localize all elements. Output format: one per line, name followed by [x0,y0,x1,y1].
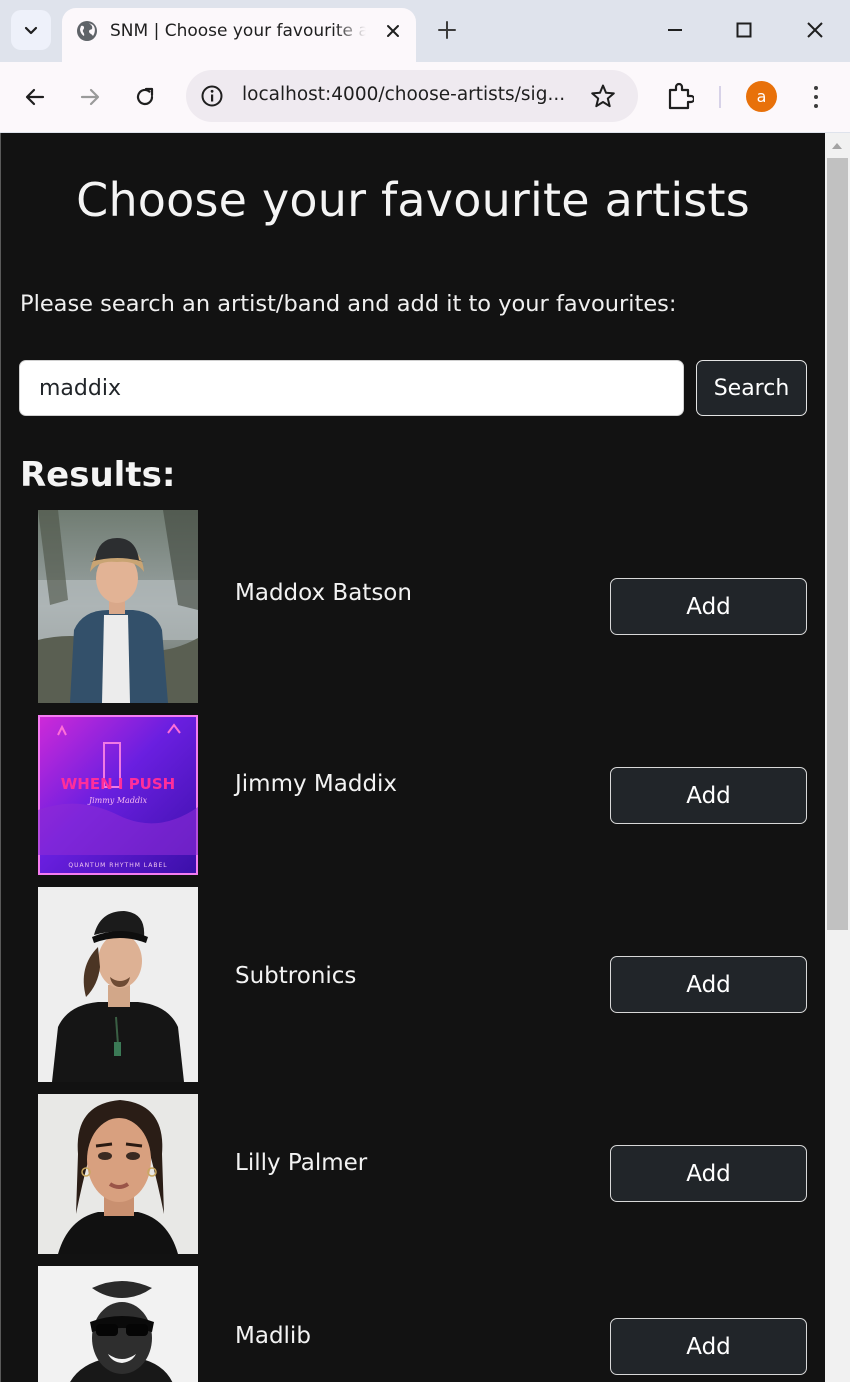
artist-search-input[interactable] [19,360,684,416]
close-window-button[interactable] [802,17,828,43]
artist-photo [38,510,198,703]
chevron-down-icon [24,26,38,35]
artist-name: Maddox Batson [235,580,412,606]
add-artist-button[interactable]: Add [610,1318,807,1375]
info-icon[interactable] [200,84,224,108]
page-content: Choose your favourite artists Please sea… [1,133,825,1382]
album-cover-footer: QUANTUM RHYTHM LABEL [68,862,167,869]
new-tab-button[interactable] [434,17,460,43]
scrollbar-thumb[interactable] [827,158,848,930]
back-arrow-icon [25,88,45,106]
maximize-icon [736,22,752,38]
add-artist-button[interactable]: Add [610,767,807,824]
back-button[interactable] [21,83,49,111]
reload-button[interactable] [131,83,159,111]
active-tab[interactable]: SNM | Choose your favourite artists [62,8,416,62]
add-artist-button[interactable]: Add [610,956,807,1013]
close-icon [807,22,823,38]
maximize-button[interactable] [731,17,757,43]
page-title: Choose your favourite artists [76,173,750,227]
close-icon [387,25,399,37]
tab-title: SNM | Choose your favourite artists [110,21,366,41]
scroll-up-arrow-icon[interactable] [832,143,842,149]
results-heading: Results: [20,455,176,495]
star-icon[interactable] [590,83,616,109]
page-scrollbar[interactable] [825,133,850,1382]
plus-icon [438,21,456,39]
puzzle-icon[interactable] [666,81,694,111]
forward-arrow-icon [80,88,100,106]
minimize-icon [668,29,682,31]
tab-search-button[interactable] [11,10,51,50]
profile-avatar[interactable]: a [746,81,777,112]
tab-close-button[interactable] [382,20,404,42]
toolbar-divider [719,86,721,108]
album-cover: WHEN I PUSH Jimmy Maddix QUANTUM RHYTHM … [38,715,198,875]
minimize-button[interactable] [662,17,688,43]
add-artist-button[interactable]: Add [610,1145,807,1202]
artist-photo [38,887,198,1082]
more-vert-icon[interactable] [806,82,826,112]
artist-name: Jimmy Maddix [235,771,398,797]
forward-button[interactable] [76,83,104,111]
album-cover-title: WHEN I PUSH [61,775,175,793]
artist-name: Madlib [235,1323,311,1349]
reload-icon [136,87,154,106]
tab-strip: SNM | Choose your favourite artists [0,0,850,62]
browser-toolbar: localhost:4000/choose-artists/sig... a [0,62,850,132]
address-bar[interactable]: localhost:4000/choose-artists/sig... [186,70,638,122]
search-button[interactable]: Search [696,360,807,416]
search-instructions: Please search an artist/band and add it … [20,291,677,317]
artist-photo [38,1266,198,1382]
album-cover-subtitle: Jimmy Maddix [87,796,148,805]
artist-name: Subtronics [235,963,357,989]
globe-icon [77,21,97,41]
artist-photo [38,1094,198,1254]
add-artist-button[interactable]: Add [610,578,807,635]
url-text[interactable]: localhost:4000/choose-artists/sig... [242,84,565,105]
artist-name: Lilly Palmer [235,1150,368,1176]
